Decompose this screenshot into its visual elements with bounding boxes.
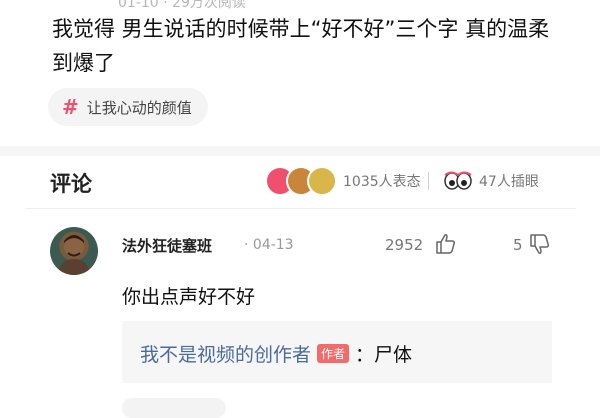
like-count: 2952 (385, 236, 424, 254)
comment-date-value: 04-13 (252, 237, 294, 253)
reactions-separator (428, 172, 429, 190)
avatar[interactable] (50, 227, 98, 275)
thumbs-up-icon[interactable] (434, 232, 458, 260)
reply-box[interactable]: 我不是视频的创作者 作者 ：尸体 (122, 321, 552, 383)
eyes-summary[interactable]: 47人插眼 (443, 165, 539, 197)
eyes-icon (444, 171, 472, 190)
reply-author[interactable]: 我不是视频的创作者 (140, 340, 311, 367)
reactions-summary[interactable]: 1035人表态 (265, 165, 421, 197)
reply-line: 我不是视频的创作者 作者 ：尸体 (140, 340, 412, 367)
reactions-count: 1035人表态 (343, 174, 421, 190)
comment-date: · 04-13 (244, 237, 294, 253)
eyes-count: 47人插眼 (479, 174, 539, 190)
avatar-image (58, 235, 90, 275)
author-badge: 作者 (317, 344, 350, 363)
hash-icon: # (62, 95, 79, 119)
topic-tag[interactable]: # 让我心动的颜值 (48, 88, 208, 126)
post-meta: 01-10 · 29万次阅读 (118, 0, 246, 11)
reply-text: ：尸体 (355, 344, 413, 366)
header-divider (26, 208, 576, 209)
laugh-reaction-icon (307, 166, 337, 196)
comment-username[interactable]: 法外狂徒塞班 (122, 235, 212, 256)
thumbs-down-icon[interactable] (528, 232, 552, 260)
comment-text: 你出点声好不好 (122, 286, 256, 308)
post-text: 我觉得 男生说话的时候带上“好不好”三个字 真的温柔到爆了 (52, 17, 550, 75)
dislike-count: 5 (513, 236, 523, 254)
section-divider (0, 146, 600, 156)
comments-title: 评论 (50, 172, 92, 196)
topic-tag-label: 让我心动的颜值 (86, 98, 192, 117)
next-item-chip (122, 398, 226, 418)
